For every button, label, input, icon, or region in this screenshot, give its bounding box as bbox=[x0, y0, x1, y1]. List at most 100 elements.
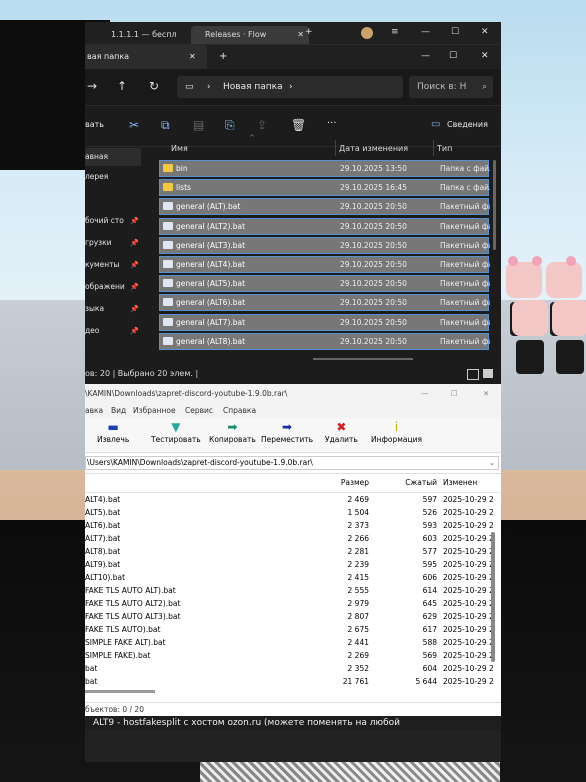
browser-tab[interactable]: 1.1.1.1 — беспл bbox=[97, 26, 191, 44]
archive-row[interactable]: FAKE TLS AUTO ALT2).bat 2 979 645 2025-10-2… bbox=[85, 597, 501, 610]
paste-icon[interactable]: ▤ bbox=[193, 118, 204, 132]
column-type[interactable]: Тип bbox=[437, 144, 452, 153]
details-button[interactable]: Сведения bbox=[447, 120, 488, 129]
archive-row[interactable]: SIMPLE FAKE).bat 2 269 569 2025-10-29 2 bbox=[85, 649, 501, 662]
menu-item-view[interactable]: Вид bbox=[111, 404, 126, 418]
file-name: general (ALT6).bat bbox=[176, 298, 246, 308]
copy-icon[interactable]: ⧉ bbox=[161, 118, 170, 133]
column-modified[interactable]: Изменен bbox=[443, 474, 501, 492]
archive-row[interactable]: ALT5).bat 1 504 526 2025-10-29 2 bbox=[85, 506, 501, 519]
test-button[interactable]: ▼ Тестировать bbox=[151, 420, 201, 444]
archive-row[interactable]: ALT7).bat 2 266 603 2025-10-29 2 bbox=[85, 532, 501, 545]
move-button[interactable]: ➡ Переместить bbox=[261, 420, 313, 444]
file-row[interactable]: general (ALT8).bat 29.10.2025 20:50 Пакетн… bbox=[159, 332, 490, 350]
archive-row[interactable]: ALT10).bat 2 415 606 2025-10-29 2 bbox=[85, 571, 501, 584]
archive-row[interactable]: ALT9).bat 2 239 595 2025-10-29 2 bbox=[85, 558, 501, 571]
sidebar-item-downloads[interactable]: грузки 📌 bbox=[85, 234, 141, 252]
window-close-icon[interactable]: ✕ bbox=[483, 384, 489, 404]
menu-item-favorites[interactable]: Избранное bbox=[133, 404, 176, 418]
close-icon[interactable]: ✕ bbox=[297, 26, 304, 44]
column-date[interactable]: Дата изменения bbox=[339, 144, 408, 153]
file-row[interactable]: general (ALT7).bat 29.10.2025 20:50 Пакетн… bbox=[159, 313, 490, 331]
close-icon[interactable]: ✕ bbox=[189, 45, 196, 69]
delete-button[interactable]: ✖ Удалить bbox=[325, 420, 358, 444]
archive-row[interactable]: ALT8).bat 2 281 577 2025-10-29 2 bbox=[85, 545, 501, 558]
minimize-icon[interactable]: — bbox=[421, 27, 430, 37]
archive-row[interactable]: ALT6).bat 2 373 593 2025-10-29 2 bbox=[85, 519, 501, 532]
browser-tab-active[interactable]: Releases · Flow ✕ bbox=[191, 26, 309, 44]
sidebar-item-music[interactable]: зыка 📌 bbox=[85, 300, 141, 318]
horizontal-scrollbar[interactable] bbox=[85, 690, 155, 693]
more-options-icon[interactable]: ··· bbox=[327, 118, 337, 129]
file-row[interactable]: general (ALT3).bat 29.10.2025 20:50 Пакетн… bbox=[159, 236, 490, 254]
horizontal-scrollbar[interactable] bbox=[313, 358, 413, 360]
new-tab-button[interactable]: + bbox=[219, 51, 227, 62]
file-row[interactable]: general (ALT4).bat 29.10.2025 20:50 Пакетн… bbox=[159, 256, 490, 273]
cut-icon[interactable]: ✂ bbox=[129, 118, 139, 132]
file-row[interactable]: lists 29.10.2025 16:45 Папка с файл bbox=[159, 179, 490, 197]
sidebar-item-home[interactable]: авная bbox=[85, 148, 141, 166]
archive-row[interactable]: bat 2 352 604 2025-10-29 2 bbox=[85, 662, 501, 675]
breadcrumb-current[interactable]: Новая папка bbox=[223, 76, 283, 98]
share-icon[interactable]: ⇪ bbox=[257, 118, 267, 132]
window-close-icon[interactable]: ✕ bbox=[481, 27, 489, 37]
move-icon: ➡ bbox=[282, 420, 293, 434]
batch-file-icon bbox=[163, 298, 173, 307]
archive-file-name: SIMPLE FAKE).bat bbox=[85, 651, 151, 660]
sidebar-item-desktop[interactable]: бочий сто 📌 bbox=[85, 212, 141, 230]
archive-row[interactable]: FAKE TLS AUTO ALT).bat 2 555 614 2025-10-29… bbox=[85, 584, 501, 597]
search-input[interactable]: Поиск в: Н ⌕ bbox=[409, 76, 493, 98]
up-arrow-icon[interactable]: ↑ bbox=[117, 79, 127, 93]
file-row[interactable]: bin 29.10.2025 13:50 Папка с файл bbox=[159, 160, 490, 177]
tiles-view-icon[interactable] bbox=[483, 369, 493, 378]
copy-button[interactable]: ➡ Копировать bbox=[209, 420, 256, 444]
archive-row[interactable]: FAKE TLS AUTO).bat 2 675 617 2025-10-29 2 bbox=[85, 623, 501, 636]
column-packed[interactable]: Сжатый bbox=[405, 474, 437, 492]
menu-icon[interactable]: ≡ bbox=[391, 27, 399, 37]
maximize-icon[interactable]: ☐ bbox=[449, 51, 457, 61]
refresh-icon[interactable]: ↻ bbox=[149, 79, 159, 93]
new-tab-button[interactable]: + bbox=[305, 27, 313, 37]
extract-button[interactable]: ▬ Извлечь bbox=[97, 420, 129, 444]
archive-row[interactable]: bat 21 761 5 644 2025-10-29 2 bbox=[85, 675, 501, 688]
archive-row[interactable]: FAKE TLS AUTO ALT3).bat 2 807 629 2025-10-2… bbox=[85, 610, 501, 623]
menu-item-tools[interactable]: Сервис bbox=[185, 404, 213, 418]
file-row[interactable]: general (ALT5).bat 29.10.2025 20:50 Пакетн… bbox=[159, 275, 490, 293]
scrollbar[interactable] bbox=[493, 160, 496, 250]
minimize-icon[interactable]: — bbox=[421, 384, 429, 404]
menu-item-help[interactable]: Справка bbox=[223, 404, 256, 418]
delete-icon[interactable]: 🗑 bbox=[291, 118, 306, 132]
details-view-icon[interactable] bbox=[467, 369, 479, 380]
sidebar-item-gallery[interactable]: лерея bbox=[85, 168, 141, 186]
archive-row[interactable]: SIMPLE FAKE ALT).bat 2 441 588 2025-10-29 2 bbox=[85, 636, 501, 649]
archive-row[interactable]: ALT4).bat 2 469 597 2025-10-29 2 bbox=[85, 493, 501, 506]
test-icon: ▼ bbox=[171, 420, 181, 434]
profile-avatar[interactable] bbox=[361, 27, 373, 39]
file-row[interactable]: general (ALT6).bat 29.10.2025 20:50 Пакетн… bbox=[159, 294, 490, 312]
info-button[interactable]: i Информация bbox=[371, 420, 422, 444]
sidebar-item-videos[interactable]: део 📌 bbox=[85, 322, 141, 340]
maximize-icon[interactable]: ☐ bbox=[451, 384, 458, 404]
explorer-tab[interactable]: вая папка ✕ bbox=[85, 45, 207, 69]
scrollbar[interactable] bbox=[491, 532, 495, 662]
file-name: general (ALT2).bat bbox=[176, 221, 246, 231]
sidebar-item-documents[interactable]: кументы 📌 bbox=[85, 256, 141, 274]
sidebar-item-pictures[interactable]: ображени 📌 bbox=[85, 278, 141, 296]
rename-icon[interactable]: ⎘ bbox=[225, 118, 235, 133]
archive-file-packed: 577 bbox=[422, 547, 437, 556]
breadcrumb[interactable]: ▭ › Новая папка › bbox=[177, 76, 403, 98]
chevron-right-icon[interactable]: › bbox=[289, 76, 293, 98]
menu-item-edit[interactable]: авка bbox=[85, 404, 103, 418]
file-row[interactable]: general (ALT).bat 29.10.2025 20:50 Пакетны… bbox=[159, 198, 490, 216]
path-field[interactable]: \Users\KAMIN\Downloads\zapret-discord-yo… bbox=[85, 456, 499, 470]
forward-arrow-icon[interactable]: → bbox=[87, 79, 97, 93]
column-name[interactable]: Имя bbox=[171, 144, 188, 153]
column-divider bbox=[335, 140, 336, 156]
maximize-icon[interactable]: ☐ bbox=[451, 27, 459, 37]
window-close-icon[interactable]: ✕ bbox=[481, 51, 489, 61]
file-row[interactable]: general (ALT2).bat 29.10.2025 20:50 Пакетн… bbox=[159, 217, 490, 235]
minimize-icon[interactable]: — bbox=[421, 51, 430, 61]
chevron-down-icon[interactable]: ⌄ bbox=[489, 457, 495, 469]
view-label[interactable]: вать bbox=[85, 120, 104, 129]
column-size[interactable]: Размер bbox=[341, 474, 369, 492]
